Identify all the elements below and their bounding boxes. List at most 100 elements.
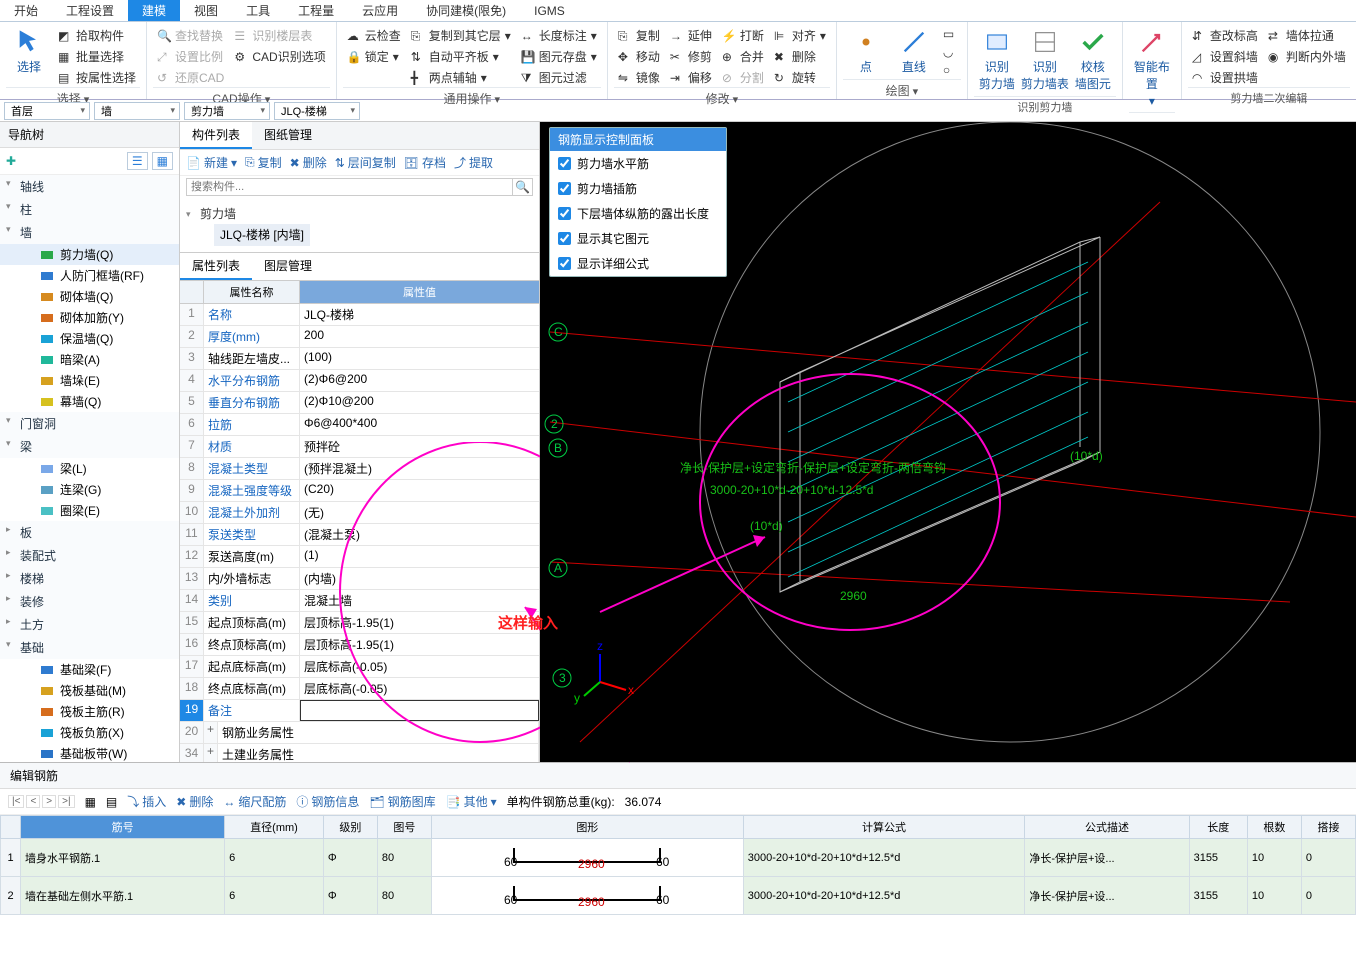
point-button[interactable]: 点 xyxy=(843,24,889,79)
tree-category[interactable]: 装配式 xyxy=(0,544,179,567)
tree-category[interactable]: 轴线 xyxy=(0,175,179,198)
lib-button[interactable]: 🗂钢筋图库 xyxy=(369,793,435,810)
offset-button[interactable]: ⇥偏移 xyxy=(666,68,716,87)
extend-button[interactable]: →延伸 xyxy=(666,26,716,45)
tab-proj[interactable]: 工程设置 xyxy=(52,0,128,21)
diskin-button[interactable]: 💾图元存盘 ▾ xyxy=(517,47,601,66)
tab-property-list[interactable]: 属性列表 xyxy=(180,253,252,280)
checkbox[interactable] xyxy=(558,257,571,270)
checkbox[interactable] xyxy=(558,207,571,220)
tab-view[interactable]: 视图 xyxy=(180,0,232,21)
extract-button[interactable]: ⤴提取 xyxy=(454,154,493,171)
tree-category[interactable]: 土方 xyxy=(0,613,179,636)
table-row[interactable]: 1墙身水平钢筋.16Φ80602960603000-20+10*d-20+10*… xyxy=(1,839,1356,877)
findrepl-button[interactable]: 🔍查找替换 xyxy=(153,26,228,45)
component-root[interactable]: 剪力墙 xyxy=(186,204,533,224)
idwall-button[interactable]: 识别 剪力墙 xyxy=(974,24,1020,96)
prop-row[interactable]: 9混凝土强度等级(C20) xyxy=(180,480,539,502)
arc-button[interactable]: ◡ xyxy=(939,44,961,60)
property-grid[interactable]: 1名称JLQ-楼梯2厚度(mm)2003轴线距左墙皮...(100)4水平分布钢… xyxy=(180,304,539,762)
lock-button[interactable]: 🔒锁定 ▾ xyxy=(343,47,405,66)
tree-item[interactable]: 连梁(G) xyxy=(0,479,179,500)
tree-item[interactable]: 筏板主筋(R) xyxy=(0,701,179,722)
prop-row[interactable]: 8混凝土类型(预拌混凝土) xyxy=(180,458,539,480)
delete-button[interactable]: ✖删除 xyxy=(770,47,830,66)
tab-start[interactable]: 开始 xyxy=(0,0,52,21)
prop-row[interactable]: 11泵送类型(混凝土泵) xyxy=(180,524,539,546)
viewport[interactable]: 钢筋显示控制面板 剪力墙水平筋剪力墙插筋下层墙体纵筋的露出长度显示其它图元显示详… xyxy=(540,122,1356,762)
tree-item[interactable]: 砌体加筋(Y) xyxy=(0,307,179,328)
tree-category[interactable]: 板 xyxy=(0,521,179,544)
tab-layer-mgr[interactable]: 图层管理 xyxy=(252,253,324,280)
merge-button[interactable]: ⊕合并 xyxy=(718,47,768,66)
mirror-button[interactable]: ⇋镜像 xyxy=(614,68,664,87)
tree-item[interactable]: 剪力墙(Q) xyxy=(0,244,179,265)
floor-select[interactable]: 首层 xyxy=(4,102,90,120)
delete-button[interactable]: ✖删除 xyxy=(176,793,213,810)
prop-row[interactable]: 6拉筋Φ6@400*400 xyxy=(180,414,539,436)
pick-button[interactable]: ◩拾取构件 xyxy=(54,26,140,45)
prop-group[interactable]: 20+钢筋业务属性 xyxy=(180,722,539,744)
grid-icon[interactable]: ▦ xyxy=(152,152,173,170)
col-header[interactable]: 公式描述 xyxy=(1025,816,1189,839)
chkwall-button[interactable]: 校核 墙图元 xyxy=(1070,24,1116,96)
prop-row[interactable]: 17起点底标高(m)层底标高(-0.05) xyxy=(180,656,539,678)
other-button[interactable]: 📑其他 ▾ xyxy=(446,793,497,810)
cloudcheck-button[interactable]: ☁云检查 xyxy=(343,26,405,45)
auxaxis-button[interactable]: ╋两点辅轴 ▾ xyxy=(407,68,515,87)
prop-row[interactable]: 1名称JLQ-楼梯 xyxy=(180,304,539,326)
category-select[interactable]: 墙 xyxy=(94,102,180,120)
tree-item[interactable]: 幕墙(Q) xyxy=(0,391,179,412)
tree-item[interactable]: 人防门框墙(RF) xyxy=(0,265,179,286)
prop-row[interactable]: 2厚度(mm)200 xyxy=(180,326,539,348)
tree-category[interactable]: 梁 xyxy=(0,435,179,458)
new-button[interactable]: 📄新建 ▾ xyxy=(186,154,237,171)
tree-item[interactable]: 筏板基础(M) xyxy=(0,680,179,701)
prop-row[interactable]: 12泵送高度(m)(1) xyxy=(180,546,539,568)
tab-model[interactable]: 建模 xyxy=(128,0,180,21)
prop-group[interactable]: 34+土建业务属性 xyxy=(180,744,539,762)
type-select[interactable]: 剪力墙 xyxy=(184,102,270,120)
prev-icon[interactable]: < xyxy=(26,795,40,808)
setscale-button[interactable]: ⤢设置比例 xyxy=(153,47,228,66)
arch-button[interactable]: ◠设置拱墙 xyxy=(1188,68,1262,87)
col-header[interactable]: 级别 xyxy=(323,816,377,839)
tab-component-list[interactable]: 构件列表 xyxy=(180,122,252,149)
tab-tools[interactable]: 工具 xyxy=(232,0,284,21)
tab-igms[interactable]: IGMS xyxy=(520,2,579,20)
rect-button[interactable]: ▭ xyxy=(939,26,961,42)
insert-button[interactable]: ⤵插入 xyxy=(127,793,166,810)
next-icon[interactable]: > xyxy=(42,795,56,808)
col-header[interactable]: 搭接 xyxy=(1301,816,1355,839)
idlayer-button[interactable]: ☰识别楼层表 xyxy=(230,26,329,45)
tree-item[interactable]: 筏板负筋(X) xyxy=(0,722,179,743)
autoflat-button[interactable]: ⇅自动平齐板 ▾ xyxy=(407,47,515,66)
prop-row[interactable]: 19备注 xyxy=(180,700,539,722)
pull-button[interactable]: ⇄墙体拉通 xyxy=(1264,26,1350,45)
copy-button[interactable]: ⎘复制 xyxy=(245,154,282,171)
batch-select-button[interactable]: ▦批量选择 xyxy=(54,47,140,66)
table-row[interactable]: 2墙在基础左侧水平筋.16Φ80602960603000-20+10*d-20+… xyxy=(1,877,1356,915)
align-button[interactable]: ⊫对齐 ▾ xyxy=(770,26,830,45)
lenlabel-button[interactable]: ↔长度标注 ▾ xyxy=(517,26,601,45)
prop-row[interactable]: 7材质预拌砼 xyxy=(180,436,539,458)
col-header[interactable]: 图号 xyxy=(377,816,431,839)
checkbox[interactable] xyxy=(558,157,571,170)
split-button[interactable]: ⊘分割 xyxy=(718,68,768,87)
cadopt-button[interactable]: ⚙CAD识别选项 xyxy=(230,47,329,66)
restorecad-button[interactable]: ↺还原CAD xyxy=(153,68,228,87)
trim-button[interactable]: ✂修剪 xyxy=(666,47,716,66)
tree-item[interactable]: 梁(L) xyxy=(0,458,179,479)
search-input[interactable] xyxy=(186,178,513,196)
col-header[interactable]: 计算公式 xyxy=(743,816,1025,839)
checkbox[interactable] xyxy=(558,182,571,195)
add-icon[interactable]: ✚ xyxy=(6,154,16,168)
tree-item[interactable]: 基础梁(F) xyxy=(0,659,179,680)
rotate-button[interactable]: ↻旋转 xyxy=(770,68,830,87)
prop-row[interactable]: 18终点底标高(m)层底标高(-0.05) xyxy=(180,678,539,700)
first-icon[interactable]: |< xyxy=(8,795,24,808)
line-button[interactable]: 直线 xyxy=(891,24,937,79)
tree-category[interactable]: 楼梯 xyxy=(0,567,179,590)
scale-button[interactable]: ↔缩尺配筋 xyxy=(223,793,286,810)
component-select[interactable]: JLQ-楼梯 xyxy=(274,102,360,120)
